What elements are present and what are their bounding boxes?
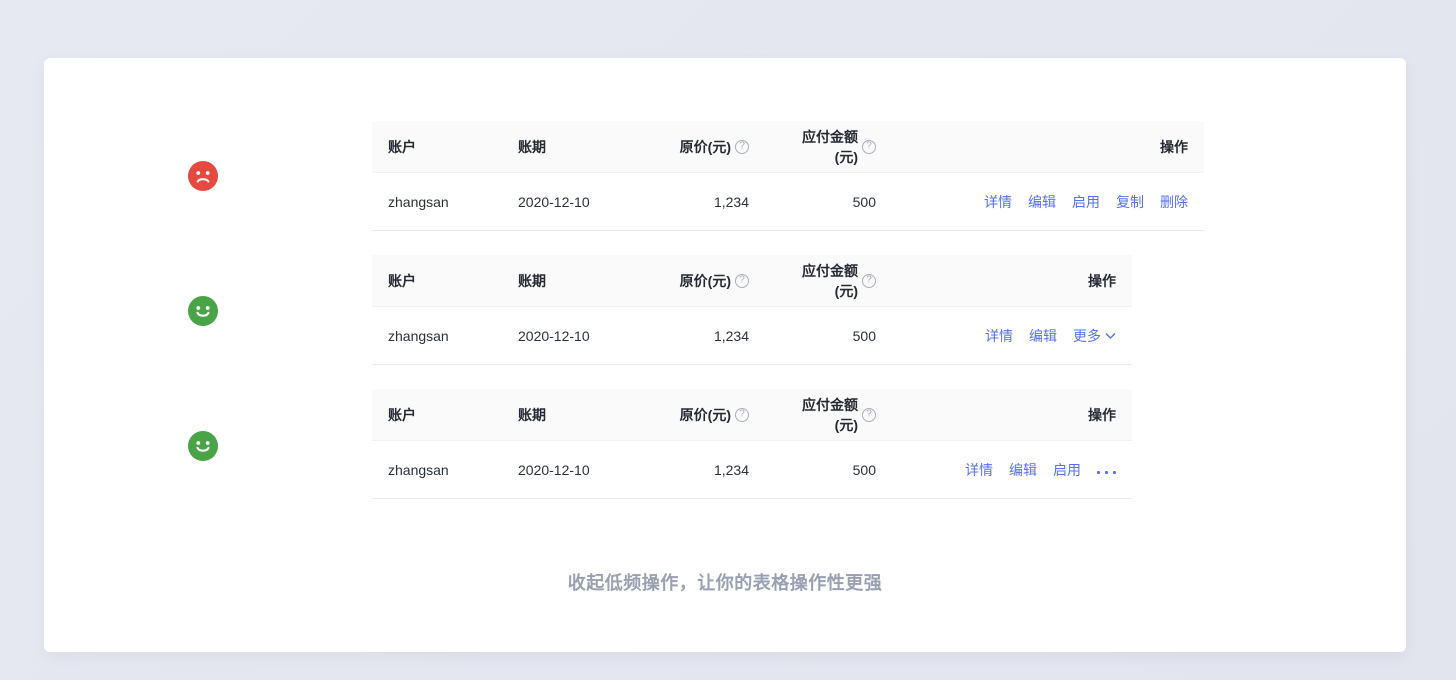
smiley-face-icon	[188, 431, 218, 461]
help-icon[interactable]: ?	[735, 274, 749, 288]
cell-period: 2020-12-10	[502, 328, 642, 344]
action-enable[interactable]: 启用	[1053, 460, 1081, 480]
col-header-amount: 应付金额(元) ?	[765, 261, 892, 301]
cell-actions: 详情 编辑 更多	[892, 326, 1132, 346]
action-enable[interactable]: 启用	[1072, 192, 1100, 212]
table-row: zhangsan 2020-12-10 1,234 500 详情 编辑 启用 复…	[372, 173, 1204, 231]
col-header-actions: 操作	[892, 271, 1132, 291]
cell-account: zhangsan	[372, 462, 502, 478]
cell-actions: 详情 编辑 启用 复制 删除	[892, 192, 1204, 212]
col-header-price: 原价(元) ?	[642, 271, 765, 291]
help-icon[interactable]: ?	[862, 408, 876, 422]
action-detail[interactable]: 详情	[965, 460, 993, 480]
table-header: 账户 账期 原价(元) ? 应付金额(元) ? 操作	[372, 121, 1204, 173]
cell-period: 2020-12-10	[502, 462, 642, 478]
action-delete[interactable]: 删除	[1160, 192, 1188, 212]
smiley-face-icon	[188, 296, 218, 326]
col-header-actions: 操作	[892, 137, 1204, 157]
help-icon[interactable]: ?	[735, 408, 749, 422]
cell-account: zhangsan	[372, 328, 502, 344]
col-header-account: 账户	[372, 271, 502, 291]
action-edit[interactable]: 编辑	[1009, 460, 1037, 480]
cell-amount: 500	[765, 462, 892, 478]
col-header-period: 账期	[502, 405, 642, 425]
guideline-caption: 收起低频操作，让你的表格操作性更强	[44, 569, 1406, 595]
cell-price: 1,234	[642, 462, 765, 478]
data-table: 账户 账期 原价(元) ? 应付金额(元) ? 操作 zhangsan 2020…	[372, 121, 1204, 231]
help-icon[interactable]: ?	[862, 140, 876, 154]
cell-price: 1,234	[642, 328, 765, 344]
help-icon[interactable]: ?	[862, 274, 876, 288]
cell-amount: 500	[765, 194, 892, 210]
table-row: zhangsan 2020-12-10 1,234 500 详情 编辑 更多	[372, 307, 1132, 365]
col-header-account: 账户	[372, 405, 502, 425]
cell-period: 2020-12-10	[502, 194, 642, 210]
col-header-account: 账户	[372, 137, 502, 157]
cell-amount: 500	[765, 328, 892, 344]
cell-account: zhangsan	[372, 194, 502, 210]
col-header-period: 账期	[502, 137, 642, 157]
action-detail[interactable]: 详情	[984, 192, 1012, 212]
data-table: 账户 账期 原价(元) ? 应付金额(元) ? 操作 zhangsan 2020…	[372, 255, 1132, 365]
col-header-actions: 操作	[892, 405, 1132, 425]
action-more[interactable]: 更多	[1073, 326, 1116, 346]
table-header: 账户 账期 原价(元) ? 应付金额(元) ? 操作	[372, 255, 1132, 307]
col-header-amount: 应付金额(元) ?	[765, 127, 892, 167]
table-header: 账户 账期 原价(元) ? 应付金额(元) ? 操作	[372, 389, 1132, 441]
data-table: 账户 账期 原价(元) ? 应付金额(元) ? 操作 zhangsan 2020…	[372, 389, 1132, 499]
action-copy[interactable]: 复制	[1116, 192, 1144, 212]
col-header-amount: 应付金额(元) ?	[765, 395, 892, 435]
help-icon[interactable]: ?	[735, 140, 749, 154]
action-detail[interactable]: 详情	[985, 326, 1013, 346]
col-header-price: 原价(元) ?	[642, 137, 765, 157]
col-header-price: 原价(元) ?	[642, 405, 765, 425]
table-row: zhangsan 2020-12-10 1,234 500 详情 编辑 启用	[372, 441, 1132, 499]
sad-face-icon	[188, 161, 218, 191]
ellipsis-icon[interactable]	[1097, 465, 1116, 474]
cell-actions: 详情 编辑 启用	[892, 460, 1132, 480]
action-edit[interactable]: 编辑	[1029, 326, 1057, 346]
page-background: 账户 账期 原价(元) ? 应付金额(元) ? 操作 zhangsan 2020…	[0, 0, 1456, 680]
guideline-card: 账户 账期 原价(元) ? 应付金额(元) ? 操作 zhangsan 2020…	[44, 58, 1406, 652]
chevron-down-icon	[1105, 332, 1116, 340]
col-header-period: 账期	[502, 271, 642, 291]
cell-price: 1,234	[642, 194, 765, 210]
action-edit[interactable]: 编辑	[1028, 192, 1056, 212]
